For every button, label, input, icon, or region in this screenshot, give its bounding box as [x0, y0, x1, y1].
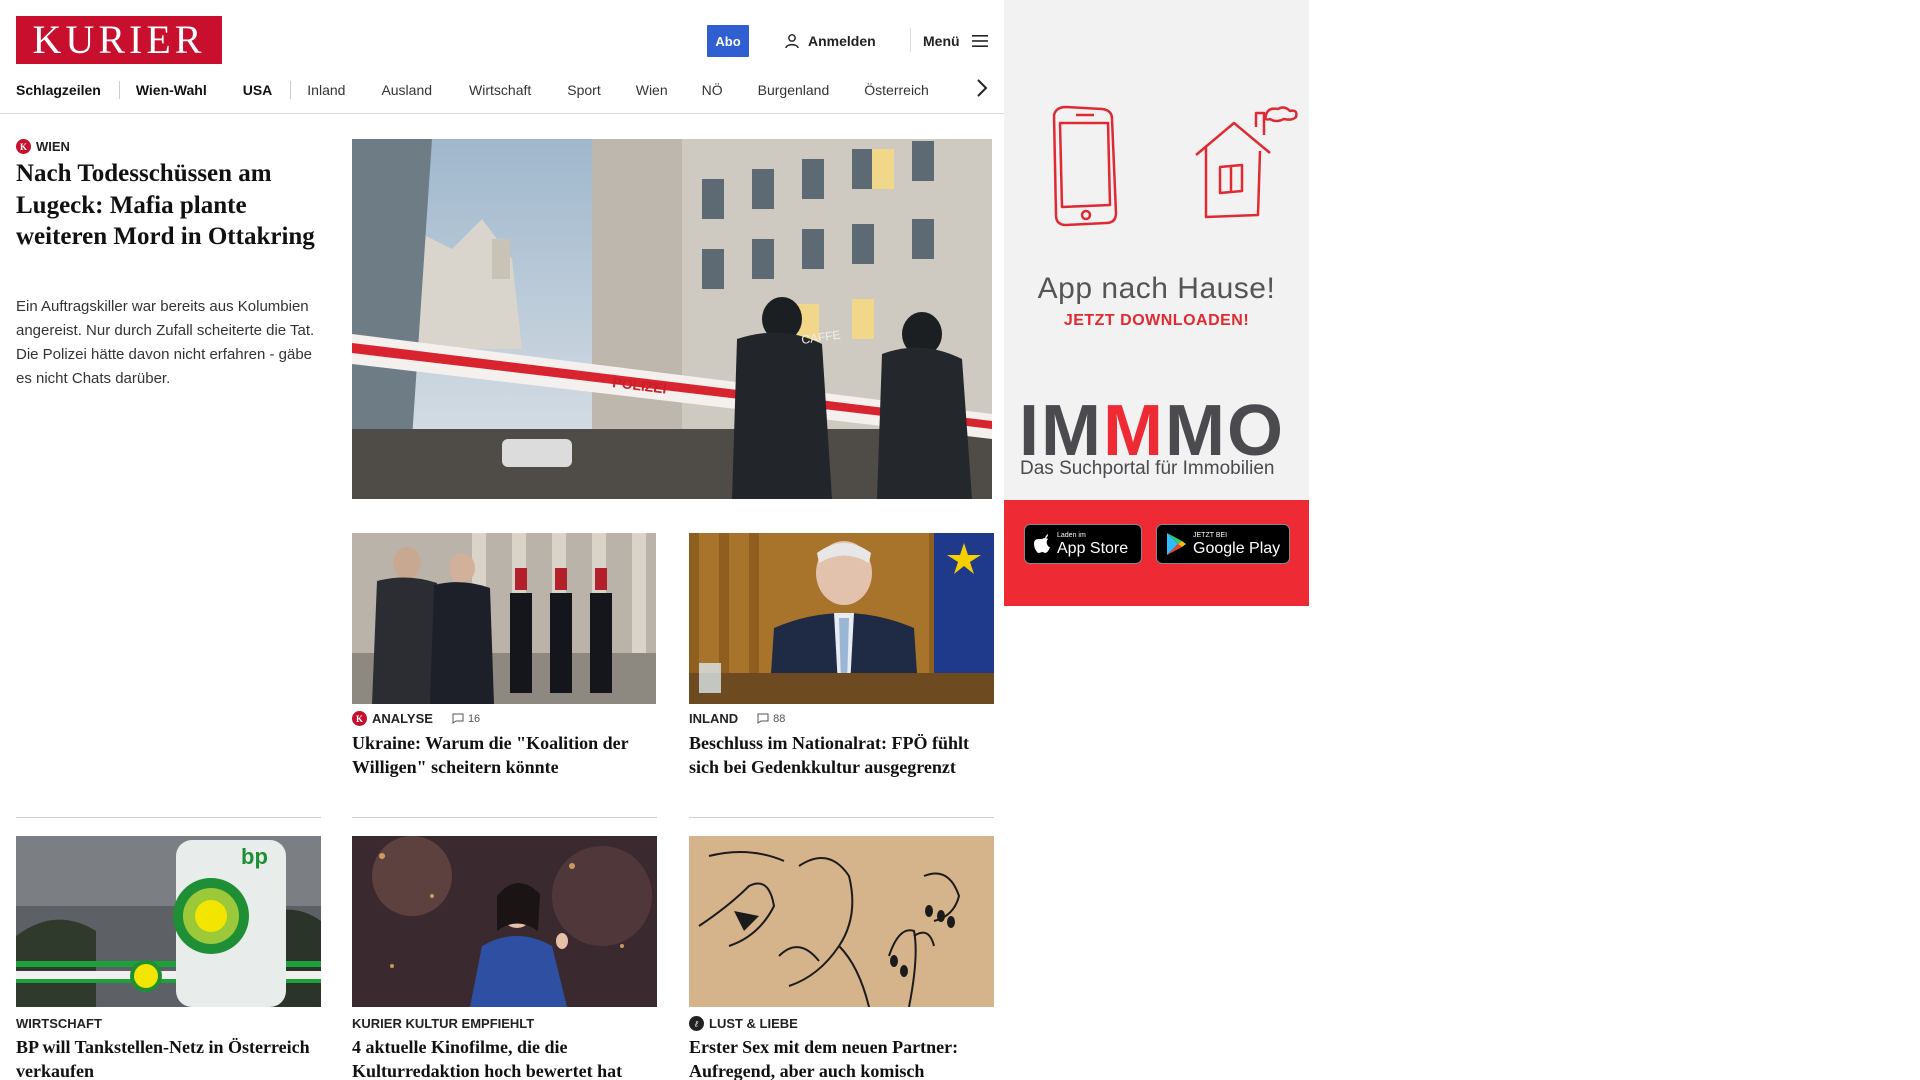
- chevron-right-icon[interactable]: [976, 78, 988, 98]
- immmo-logo: IMMMO: [1019, 391, 1285, 471]
- comment-count[interactable]: 16: [452, 713, 480, 725]
- card-headline[interactable]: 4 aktuelle Kinofilme, die die Kulturreda…: [352, 1035, 662, 1080]
- card-kicker[interactable]: K ANALYSE 16: [352, 711, 480, 726]
- nav-item-wien[interactable]: Wien: [636, 82, 668, 98]
- kurier-plus-icon: K: [16, 139, 31, 154]
- main-navigation: Schlagzeilen Wien-Wahl USA Inland Auslan…: [16, 76, 1000, 104]
- card-kicker-label: WIRTSCHAFT: [16, 1016, 102, 1031]
- nav-divider-line: [0, 113, 1008, 114]
- nav-item-inland[interactable]: Inland: [307, 82, 345, 98]
- ad-store-bar: Laden im App Store JETZT BEI Google Play: [1004, 500, 1309, 606]
- kurier-logo[interactable]: KURIER: [16, 16, 222, 64]
- app-store-label: App Store: [1057, 539, 1129, 557]
- comment-count-value: 88: [773, 712, 786, 725]
- card-image-bp[interactable]: bp: [16, 836, 321, 1007]
- comment-icon: [757, 713, 769, 724]
- card-kicker-label: INLAND: [689, 711, 739, 726]
- comment-icon: [452, 713, 464, 724]
- lead-kicker-label: WIEN: [36, 139, 70, 154]
- user-icon: [785, 34, 799, 49]
- nav-item-ausland[interactable]: Ausland: [381, 82, 432, 98]
- card-headline[interactable]: BP will Tankstellen-Netz in Österreich v…: [16, 1035, 316, 1080]
- lead-kicker[interactable]: K WIEN: [16, 139, 70, 154]
- nav-item-sport[interactable]: Sport: [567, 82, 600, 98]
- divider-line: [689, 817, 994, 818]
- nav-item-noe[interactable]: NÖ: [702, 82, 723, 98]
- nav-divider: [290, 81, 292, 99]
- login-button[interactable]: Anmelden: [784, 30, 876, 52]
- card-image-nationalrat[interactable]: [689, 533, 994, 704]
- nav-divider: [118, 81, 120, 99]
- lead-headline[interactable]: Nach Todesschüssen am Lugeck: Mafia plan…: [16, 158, 316, 253]
- nav-item-wien-wahl[interactable]: Wien-Wahl: [136, 82, 207, 98]
- immmo-ad[interactable]: App nach Hause! JETZT DOWNLOADEN! IMMMO …: [1004, 0, 1309, 606]
- phone-icon: [1052, 105, 1118, 227]
- google-play-label: Google Play: [1193, 539, 1281, 557]
- card-headline[interactable]: Beschluss im Nationalrat: FPÖ fühlt sich…: [689, 731, 989, 779]
- ad-subline[interactable]: JETZT DOWNLOADEN!: [1004, 312, 1309, 330]
- app-store-button[interactable]: Laden im App Store: [1024, 524, 1142, 564]
- abo-button[interactable]: Abo: [707, 25, 749, 57]
- card-image-lust-liebe[interactable]: [689, 836, 994, 1007]
- card-kicker-label: LUST & LIEBE: [709, 1016, 798, 1031]
- card-kicker-label: KURIER KULTUR EMPFIEHLT: [352, 1016, 535, 1031]
- lust-liebe-icon: ℓ: [689, 1016, 704, 1031]
- google-play-icon: [1167, 533, 1186, 555]
- header-divider: [910, 28, 911, 52]
- card-kicker[interactable]: WIRTSCHAFT: [16, 1016, 102, 1031]
- card-kicker-label: ANALYSE: [372, 711, 433, 726]
- card-kicker[interactable]: ℓ LUST & LIEBE: [689, 1016, 798, 1031]
- bp-logo-text: bp: [241, 844, 268, 869]
- google-play-small-text: JETZT BEI: [1193, 531, 1228, 539]
- google-play-button[interactable]: JETZT BEI Google Play: [1156, 524, 1290, 564]
- hamburger-icon: [971, 35, 988, 47]
- lead-teaser[interactable]: Ein Auftragskiller war bereits aus Kolum…: [16, 295, 320, 391]
- apple-icon: [1034, 534, 1050, 553]
- app-store-small-text: Laden im: [1057, 531, 1086, 539]
- house-icon: [1195, 106, 1298, 219]
- card-headline[interactable]: Ukraine: Warum die "Koalition der Willig…: [352, 731, 662, 779]
- nav-item-oesterreich[interactable]: Österreich: [864, 82, 929, 98]
- nav-item-wirtschaft[interactable]: Wirtschaft: [469, 82, 531, 98]
- immmo-tagline: Das Suchportal für Immobilien: [1020, 458, 1275, 479]
- lead-image[interactable]: POLIZEI CAFFE: [352, 139, 992, 499]
- kurier-plus-icon: K: [352, 711, 367, 726]
- news-site: KURIER Abo Anmelden Menü Schlagzeilen Wi…: [0, 0, 1008, 1080]
- menu-button[interactable]: Menü: [923, 30, 988, 52]
- nav-item-usa[interactable]: USA: [243, 82, 273, 98]
- card-headline[interactable]: Erster Sex mit dem neuen Partner: Aufreg…: [689, 1035, 999, 1080]
- comment-count[interactable]: 88: [757, 713, 785, 725]
- card-image-kino[interactable]: [352, 836, 657, 1007]
- comment-count-value: 16: [467, 712, 481, 725]
- login-label: Anmelden: [808, 33, 876, 49]
- card-kicker[interactable]: INLAND 88: [689, 711, 785, 726]
- ad-headline: App nach Hause!: [1037, 272, 1276, 305]
- divider-line: [352, 817, 657, 818]
- card-kicker[interactable]: KURIER KULTUR EMPFIEHLT: [352, 1016, 534, 1031]
- divider-line: [16, 817, 321, 818]
- nav-item-schlagzeilen[interactable]: Schlagzeilen: [16, 82, 101, 98]
- card-image-ukraine[interactable]: [352, 533, 656, 704]
- menu-label: Menü: [923, 33, 960, 49]
- nav-item-burgenland[interactable]: Burgenland: [758, 82, 830, 98]
